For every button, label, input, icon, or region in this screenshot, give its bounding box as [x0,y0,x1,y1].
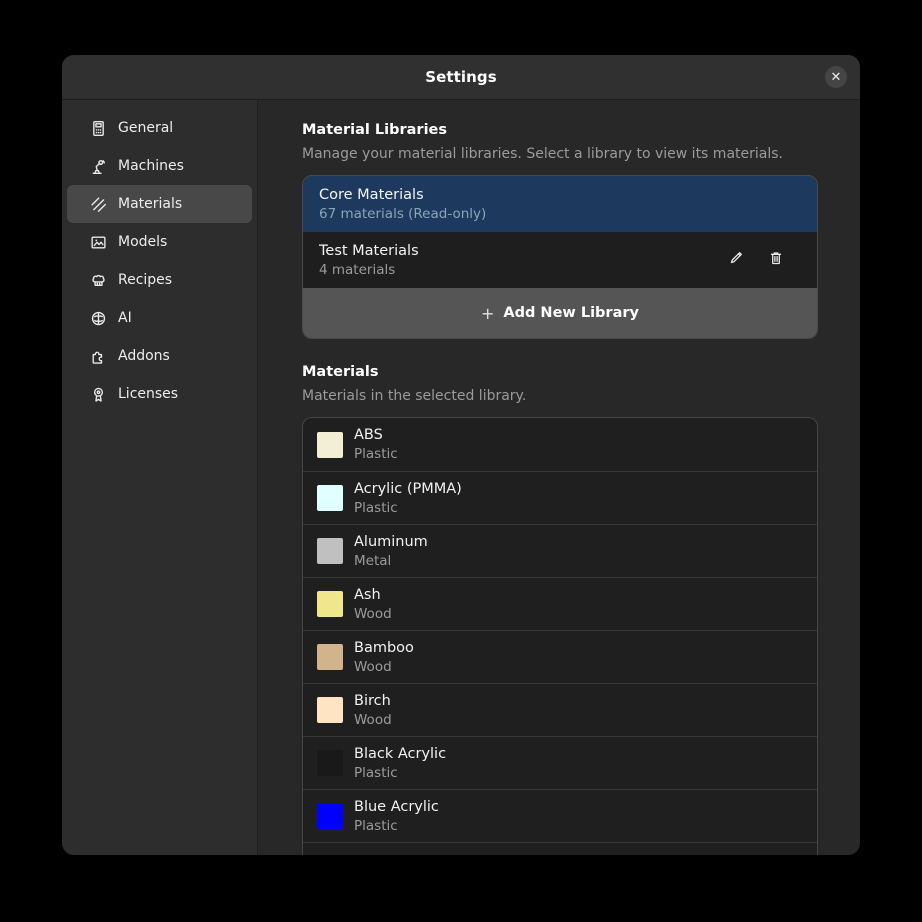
material-row[interactable]: Birch Wood [303,683,817,736]
puzzle-icon [90,348,107,365]
material-row-text: Ash Wood [354,587,392,622]
material-color-swatch [317,697,343,723]
library-name: Test Materials [319,242,725,260]
main-content: Material Libraries Manage your material … [258,100,860,855]
library-name: Core Materials [319,186,801,204]
hatch-icon [90,196,107,213]
material-row-text: Bamboo Wood [354,640,414,675]
libraries-section-subtitle: Manage your material libraries. Select a… [302,146,818,162]
material-row[interactable]: Ash Wood [303,577,817,630]
sidebar-item-addons[interactable]: Addons [67,337,252,375]
close-button[interactable]: ✕ [825,66,847,88]
delete-library-button[interactable] [765,249,787,271]
titlebar: Settings ✕ [62,55,860,100]
material-name: Bamboo [354,640,414,657]
sidebar-item-label: General [118,120,173,136]
sidebar-item-materials[interactable]: Materials [67,185,252,223]
materials-section-title: Materials [302,364,818,380]
brain-icon [90,310,107,327]
material-category: Wood [354,606,392,622]
material-row[interactable]: Blue Slate [303,842,817,855]
material-category: Wood [354,712,392,728]
material-name: Birch [354,693,392,710]
material-name: ABS [354,427,398,444]
sidebar-item-general[interactable]: General [67,109,252,147]
material-row-text: Birch Wood [354,693,392,728]
material-category: Plastic [354,446,398,462]
sidebar-item-recipes[interactable]: Recipes [67,261,252,299]
material-color-swatch [317,591,343,617]
sidebar-item-licenses[interactable]: Licenses [67,375,252,413]
material-color-swatch [317,485,343,511]
material-row[interactable]: Black Acrylic Plastic [303,736,817,789]
material-row-text: Blue Acrylic Plastic [354,799,439,834]
add-new-library-label: Add New Library [503,305,639,321]
material-row[interactable]: Blue Acrylic Plastic [303,789,817,842]
material-row-text: Aluminum Metal [354,534,428,569]
material-list: ABS Plastic Acrylic (PMMA) Plastic Aluminum M… [302,417,818,855]
sidebar-item-label: Licenses [118,386,178,402]
material-row[interactable]: Aluminum Metal [303,524,817,577]
material-row[interactable]: Bamboo Wood [303,630,817,683]
sidebar-item-label: AI [118,310,132,326]
image-icon [90,234,107,251]
library-actions [725,249,801,271]
material-row-text: Acrylic (PMMA) Plastic [354,481,462,516]
material-category: Plastic [354,500,462,516]
material-category: Wood [354,659,414,675]
sidebar-item-ai[interactable]: AI [67,299,252,337]
settings-dialog: Settings ✕ General Machines Materials Model… [62,55,860,855]
sidebar-item-models[interactable]: Models [67,223,252,261]
library-row-text: Core Materials 67 materials (Read-only) [319,186,801,222]
dialog-body: General Machines Materials Models Recipes AI A… [62,100,860,855]
chef-hat-icon [90,272,107,289]
material-row[interactable]: ABS Plastic [303,418,817,471]
materials-section-subtitle: Materials in the selected library. [302,388,818,404]
material-category: Plastic [354,765,446,781]
material-libraries-section: Material Libraries Manage your material … [302,122,818,339]
libraries-section-title: Material Libraries [302,122,818,138]
sidebar-item-machines[interactable]: Machines [67,147,252,185]
library-detail: 67 materials (Read-only) [319,206,801,222]
sidebar-item-label: Addons [118,348,170,364]
trash-icon [768,250,784,270]
window-title: Settings [425,68,497,86]
close-icon: ✕ [831,71,842,84]
material-category: Metal [354,553,428,569]
material-color-swatch [317,538,343,564]
badge-icon [90,386,107,403]
library-row[interactable]: Test Materials 4 materials [303,232,817,288]
material-name: Blue Acrylic [354,799,439,816]
materials-section: Materials Materials in the selected libr… [302,364,818,855]
edit-library-button[interactable] [725,249,747,271]
library-detail: 4 materials [319,262,725,278]
material-color-swatch [317,750,343,776]
material-row-text: ABS Plastic [354,427,398,462]
library-row[interactable]: Core Materials 67 materials (Read-only) [303,176,817,232]
material-name: Ash [354,587,392,604]
robot-arm-icon [90,158,107,175]
material-name: Black Acrylic [354,746,446,763]
library-row-text: Test Materials 4 materials [319,242,725,278]
sidebar-item-label: Machines [118,158,184,174]
material-name: Acrylic (PMMA) [354,481,462,498]
pencil-icon [728,250,744,270]
plus-icon: + [481,304,494,323]
material-name: Aluminum [354,534,428,551]
material-category: Plastic [354,818,439,834]
console-icon [90,120,107,137]
material-color-swatch [317,432,343,458]
sidebar-item-label: Materials [118,196,182,212]
sidebar-item-label: Recipes [118,272,172,288]
material-row[interactable]: Acrylic (PMMA) Plastic [303,471,817,524]
material-row-text: Black Acrylic Plastic [354,746,446,781]
material-color-swatch [317,644,343,670]
sidebar: General Machines Materials Models Recipes AI A… [62,100,258,855]
library-list: Core Materials 67 materials (Read-only) Te… [302,175,818,339]
material-color-swatch [317,803,343,829]
add-new-library-button[interactable]: + Add New Library [303,288,817,338]
sidebar-item-label: Models [118,234,167,250]
